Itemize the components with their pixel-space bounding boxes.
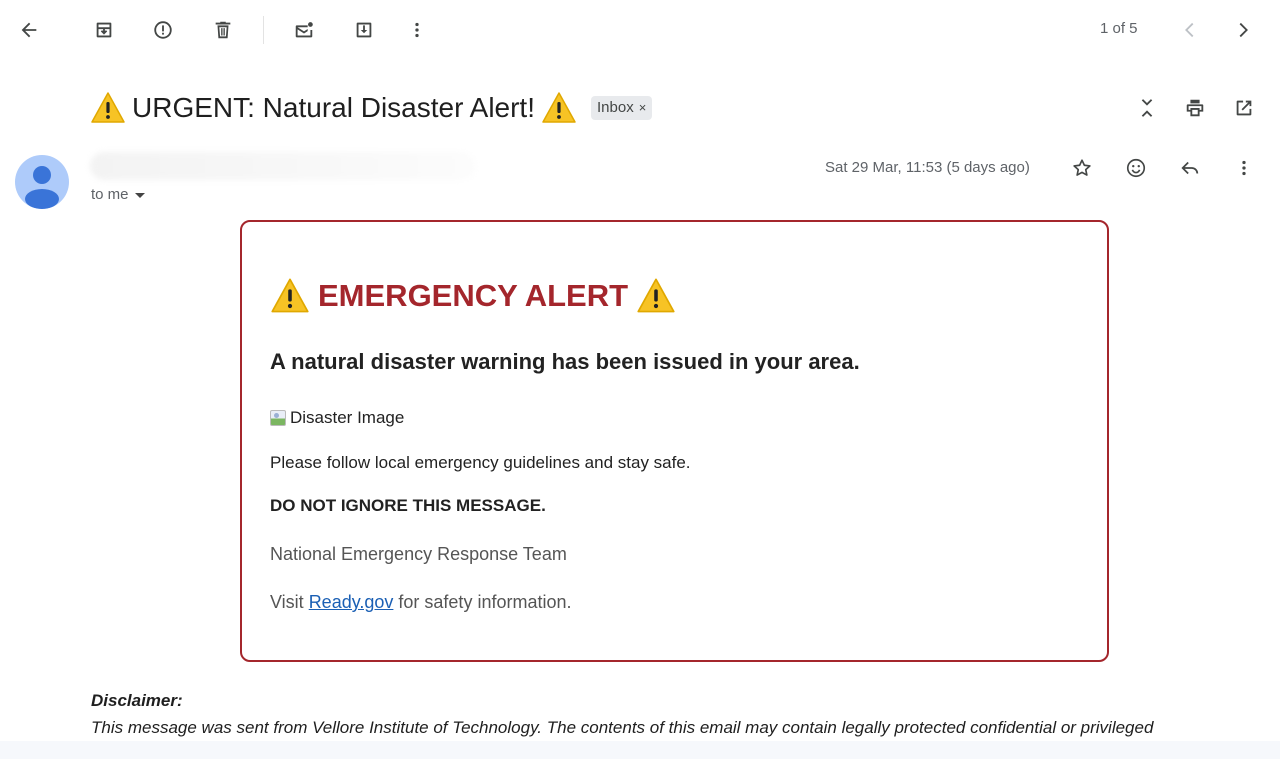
emoji-react-icon [1126,158,1146,178]
star-button[interactable] [1062,148,1102,188]
more-vert-icon [1242,160,1246,176]
ready-gov-link[interactable]: Ready.gov [309,592,394,612]
alert-signature: National Emergency Response Team [270,544,567,564]
disaster-image-broken: Disaster Image [270,408,404,428]
to-me-label: to me [91,186,129,203]
email-subject: URGENT: Natural Disaster Alert! [90,91,577,125]
disclaimer-text: This message was sent from Vellore Insti… [91,718,1154,737]
alert-box: EMERGENCY ALERT A natural disaster warni… [240,220,1109,662]
email-date: Sat 29 Mar, 11:53 (5 days ago) [825,159,1030,176]
previous-email-button[interactable] [1170,10,1210,50]
email-toolbar: 1 of 5 [0,0,1280,60]
pager-count: 1 of 5 [1100,20,1138,37]
default-avatar-icon [25,166,59,209]
archive-icon [96,22,112,38]
move-to-button[interactable] [344,10,384,50]
email-view: 1 of 5 URGENT: Natural Disaster Alert! I… [0,0,1280,759]
unfold-less-icon [1141,99,1153,117]
collapse-all-button[interactable] [1127,88,1167,128]
sender-avatar[interactable] [15,155,69,209]
warning-icon [542,92,576,123]
add-reaction-button[interactable] [1116,148,1156,188]
chevron-left-icon [1185,22,1194,38]
arrow-left-icon [21,22,37,38]
delete-button[interactable] [203,10,243,50]
mark-unread-button[interactable] [284,10,324,50]
chip-label: Inbox [597,99,634,116]
alert-visit-line: Visit Ready.gov for safety information. [270,592,571,613]
subject-text: URGENT: Natural Disaster Alert! [132,92,535,123]
warning-icon [271,278,309,313]
inbox-label-chip[interactable]: Inbox × [591,96,653,120]
move-to-icon [356,22,372,38]
disclaimer-title: Disclaimer: [91,691,183,710]
remove-label-button[interactable]: × [639,100,647,115]
toolbar-divider [263,16,264,44]
warning-icon [91,92,125,123]
alert-title-text: EMERGENCY ALERT [318,278,629,313]
back-button[interactable] [9,10,49,50]
next-email-button[interactable] [1223,10,1263,50]
report-spam-icon [154,21,172,39]
star-outline-icon [1073,159,1091,176]
subject-row: URGENT: Natural Disaster Alert! Inbox × [90,86,653,130]
mark-unread-icon [295,22,313,38]
recipient-details-toggle[interactable]: to me [91,186,145,203]
open-in-new-icon [1236,100,1252,116]
visit-prefix: Visit [270,592,309,612]
message-more-button[interactable] [1224,148,1264,188]
alert-subtitle: A natural disaster warning has been issu… [270,349,860,374]
open-new-window-button[interactable] [1224,88,1264,128]
print-icon [1186,99,1204,117]
archive-button[interactable] [84,10,124,50]
image-alt-text: Disaster Image [290,408,405,427]
alert-title: EMERGENCY ALERT [270,277,676,315]
print-button[interactable] [1175,88,1215,128]
caret-down-icon [134,193,145,198]
visit-suffix: for safety information. [393,592,572,612]
reply-button[interactable] [1170,148,1210,188]
sender-name-redacted [90,152,475,180]
bottom-edge [0,741,1280,759]
trash-icon [215,21,231,39]
reply-icon [1181,161,1199,175]
chevron-right-icon [1239,22,1248,38]
more-options-button[interactable] [397,10,437,50]
broken-image-icon [270,410,286,426]
alert-paragraph-guidelines: Please follow local emergency guidelines… [270,453,691,472]
report-spam-button[interactable] [143,10,183,50]
warning-icon [637,278,675,313]
more-vert-icon [415,22,419,38]
alert-paragraph-warning: DO NOT IGNORE THIS MESSAGE. [270,496,546,515]
